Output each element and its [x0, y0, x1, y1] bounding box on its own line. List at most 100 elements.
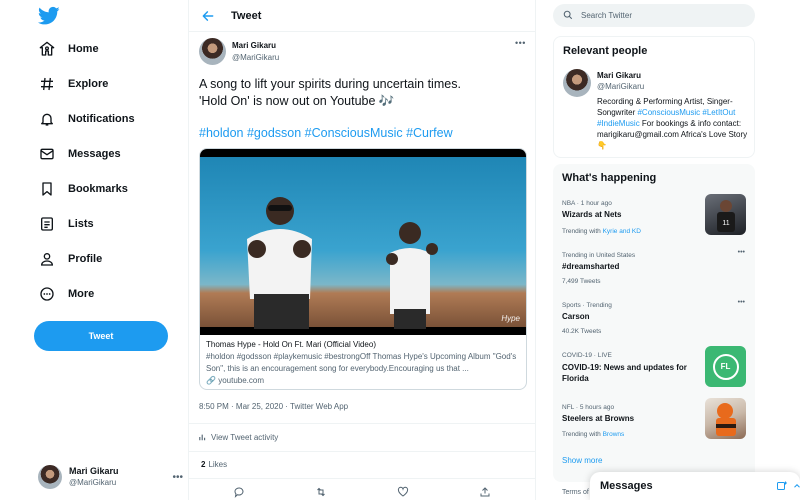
card-url: 🔗 youtube.com	[206, 375, 520, 387]
tweet-hashtags[interactable]: #holdon #godsson #ConsciousMusic #Curfew	[199, 126, 453, 140]
tweet-button[interactable]: Tweet	[34, 321, 168, 351]
tweet-text: A song to lift your spirits during uncer…	[199, 76, 519, 110]
video-watermark: Hype	[501, 314, 520, 323]
page-header: Tweet	[189, 0, 535, 32]
tweet-text-line: A song to lift your spirits during uncer…	[199, 77, 461, 91]
trend-sub-link[interactable]: Kyrie and KD	[603, 228, 641, 235]
list-icon	[34, 216, 60, 232]
messages-drawer[interactable]: Messages	[590, 472, 800, 500]
tweet-author[interactable]: Mari Gikaru @MariGikaru	[199, 38, 279, 65]
card-description: #holdon #godsson #playkemusic #bestrongO…	[206, 352, 517, 373]
person-name[interactable]: Mari Gikaru	[597, 70, 747, 81]
more-dots-icon: •••	[172, 471, 183, 483]
messages-drawer-title: Messages	[600, 480, 653, 492]
hashtag-icon	[34, 76, 60, 92]
search-input[interactable]	[581, 11, 741, 20]
trend-item[interactable]: Trending in United States #dreamsharted …	[553, 249, 755, 294]
person-icon	[34, 251, 60, 267]
man-figure	[247, 197, 312, 329]
trend-item[interactable]: Sports · Trending Carson 40.2K Tweets ••…	[553, 299, 755, 344]
back-arrow-icon[interactable]	[201, 9, 215, 23]
tweet-meta: 8:50 PM · Mar 25, 2020 · Twitter Web App	[199, 402, 349, 411]
reply-icon[interactable]	[233, 485, 245, 500]
trend-sub: Trending with Browns	[562, 431, 624, 438]
author-handle: @MariGikaru	[232, 52, 280, 62]
like-heart-icon[interactable]	[397, 485, 409, 500]
trend-item[interactable]: NBA · 1 hour ago Wizards at Nets Trendin…	[553, 194, 755, 244]
likes-label: Likes	[208, 460, 228, 469]
person-bio: Recording & Performing Artist, Singer-So…	[597, 96, 752, 151]
twitter-bird-icon[interactable]	[37, 6, 60, 26]
avatar[interactable]	[199, 38, 226, 65]
home-icon	[34, 41, 60, 57]
tweet-more-icon[interactable]: •••	[515, 38, 526, 48]
trend-sub-text: Trending with	[562, 431, 603, 438]
tweet-actions	[189, 478, 535, 500]
nav-messages[interactable]: Messages	[34, 141, 121, 167]
left-sidebar: Home Explore Notifications Messages Book…	[0, 0, 188, 500]
right-sidebar: Relevant people Mari Gikaru @MariGikaru …	[536, 0, 800, 500]
nav-label: Bookmarks	[68, 183, 128, 195]
chevron-up-icon[interactable]	[792, 479, 800, 497]
new-message-icon[interactable]	[776, 479, 788, 497]
trend-name: Wizards at Nets	[562, 210, 622, 219]
likes-row[interactable]: 2 Likes	[189, 451, 535, 477]
nav-more[interactable]: More	[34, 281, 94, 307]
trend-context: Sports · Trending	[562, 302, 612, 309]
bar-chart-icon	[199, 433, 207, 443]
search-box[interactable]	[553, 4, 755, 27]
nav-explore[interactable]: Explore	[34, 71, 108, 97]
trend-name: Steelers at Browns	[562, 414, 635, 423]
trend-name: #dreamsharted	[562, 262, 620, 271]
panel-title: Relevant people	[563, 45, 648, 57]
video-thumbnail[interactable]: Hype	[200, 149, 526, 335]
bookmark-icon	[34, 181, 60, 197]
likes-count: 2	[201, 460, 206, 469]
panel-title: What's happening	[562, 172, 657, 184]
nav-label: Messages	[68, 148, 121, 160]
basketball-player-thumb: 11	[705, 194, 746, 235]
link-icon: 🔗	[206, 376, 216, 385]
florida-badge-text: FL	[712, 353, 739, 380]
nav-home[interactable]: Home	[34, 36, 99, 62]
link-card[interactable]: Hype Thomas Hype - Hold On Ft. Mari (Off…	[199, 148, 527, 390]
nav-lists[interactable]: Lists	[34, 211, 94, 237]
trend-sub: 40.2K Tweets	[562, 328, 602, 335]
footer-terms-link[interactable]: Terms of	[562, 489, 589, 496]
trend-item[interactable]: NFL · 5 hours ago Steelers at Browns Tre…	[553, 398, 755, 448]
trend-context: COVID-19 · LIVE	[562, 352, 612, 359]
avatar[interactable]	[563, 69, 591, 97]
more-dots-icon[interactable]: •••	[738, 299, 745, 306]
author-name[interactable]: Mari Gikaru	[232, 40, 279, 52]
nav-notifications[interactable]: Notifications	[34, 106, 135, 132]
nav-label: More	[68, 288, 95, 300]
trend-sub: 7,499 Tweets	[562, 278, 601, 285]
show-more-link[interactable]: Show more	[562, 456, 602, 465]
girl-figure	[386, 222, 438, 329]
person-handle: @MariGikaru	[597, 82, 645, 91]
retweet-icon[interactable]	[315, 485, 327, 500]
account-switcher[interactable]: Mari Gikaru @MariGikaru •••	[38, 462, 183, 492]
trend-sub-text: Trending with	[562, 228, 603, 235]
trend-item[interactable]: COVID-19 · LIVE COVID-19: News and updat…	[553, 346, 755, 398]
relevant-people-panel: Relevant people Mari Gikaru @MariGikaru …	[553, 36, 755, 158]
nav-label: Profile	[68, 253, 103, 265]
whats-happening-panel: What's happening NBA · 1 hour ago Wizard…	[553, 164, 755, 482]
football-player-thumb	[705, 398, 746, 439]
more-dots-icon[interactable]: •••	[738, 249, 745, 256]
svg-text:11: 11	[722, 220, 729, 227]
tweet-text-line: 'Hold On' is now out on Youtube 🎶	[199, 94, 395, 108]
account-handle: @MariGikaru	[69, 478, 117, 487]
florida-badge-thumb: FL	[705, 346, 746, 387]
main-column: Tweet Mari Gikaru @MariGikaru ••• A song…	[188, 0, 536, 500]
trend-context: NBA · 1 hour ago	[562, 200, 612, 207]
trend-name: Carson	[562, 312, 590, 321]
search-icon	[563, 7, 573, 25]
trend-name: COVID-19: News and updates for Florida	[562, 363, 687, 383]
nav-profile[interactable]: Profile	[34, 246, 102, 272]
nav-bookmarks[interactable]: Bookmarks	[34, 176, 128, 202]
trend-sub-link[interactable]: Browns	[603, 431, 625, 438]
share-icon[interactable]	[479, 485, 491, 500]
tweet-activity[interactable]: View Tweet activity	[189, 423, 535, 451]
more-circle-icon	[34, 286, 60, 302]
